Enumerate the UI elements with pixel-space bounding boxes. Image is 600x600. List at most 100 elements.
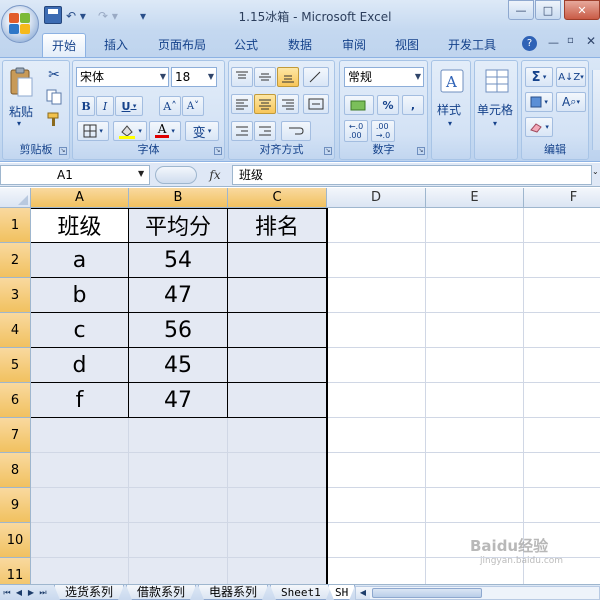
sheet-tab-4[interactable]: Sheet1 bbox=[270, 585, 332, 600]
cell-b3[interactable]: 47 bbox=[129, 278, 228, 313]
first-sheet-icon[interactable]: ⏮ bbox=[2, 587, 12, 599]
row-header-5[interactable]: 5 bbox=[0, 348, 31, 383]
column-header-e[interactable]: E bbox=[426, 188, 524, 208]
cell-b4[interactable]: 56 bbox=[129, 313, 228, 348]
cells-group[interactable]: 单元格 ▾ bbox=[474, 60, 518, 160]
phonetic-guide-button[interactable]: 变 ▾ bbox=[185, 121, 219, 141]
italic-button[interactable]: I bbox=[96, 96, 114, 116]
column-header-b[interactable]: B bbox=[129, 188, 228, 208]
cell-a3[interactable]: b bbox=[31, 278, 129, 313]
cell-b1[interactable]: 平均分 bbox=[129, 208, 228, 243]
styles-group[interactable]: A 样式 ▾ bbox=[431, 60, 471, 160]
merge-center-button[interactable] bbox=[303, 94, 329, 114]
wrap-text-button[interactable] bbox=[281, 121, 311, 141]
row-header-6[interactable]: 6 bbox=[0, 383, 31, 418]
align-top-button[interactable] bbox=[231, 67, 253, 87]
formula-controls[interactable] bbox=[155, 166, 197, 184]
row-header-7[interactable]: 7 bbox=[0, 418, 31, 453]
cell-a2[interactable]: a bbox=[31, 243, 129, 278]
next-sheet-icon[interactable]: ▶ bbox=[26, 587, 36, 599]
column-header-f[interactable]: F bbox=[524, 188, 600, 208]
selected-empty-cells-c[interactable] bbox=[228, 418, 327, 584]
close-button[interactable]: ✕ bbox=[564, 0, 600, 20]
shrink-font-button[interactable]: A˅ bbox=[182, 96, 204, 116]
cell-a1[interactable]: 班级 bbox=[31, 208, 129, 243]
select-all-button[interactable] bbox=[0, 188, 31, 208]
align-right-button[interactable] bbox=[277, 94, 299, 114]
tab-page-layout[interactable]: 页面布局 bbox=[149, 33, 215, 57]
font-color-button[interactable]: A ▾ bbox=[149, 121, 181, 141]
copy-icon[interactable] bbox=[43, 87, 65, 107]
cell-a6[interactable]: f bbox=[31, 383, 129, 418]
autosum-button[interactable]: Σ ▾ bbox=[525, 67, 553, 87]
workbook-restore-button[interactable]: ▫ bbox=[567, 35, 574, 46]
clear-button[interactable]: ▾ bbox=[525, 117, 553, 137]
column-header-c[interactable]: C bbox=[228, 188, 327, 208]
tab-data[interactable]: 数据 bbox=[280, 33, 320, 57]
empty-cells-d[interactable] bbox=[327, 208, 426, 584]
row-header-1[interactable]: 1 bbox=[0, 208, 31, 243]
find-select-button[interactable]: A ⌕ ▾ bbox=[556, 92, 586, 112]
percent-button[interactable]: % bbox=[377, 95, 399, 115]
maximize-button[interactable]: □ bbox=[535, 0, 561, 20]
number-format-select[interactable]: 常规 ▼ bbox=[344, 67, 424, 87]
sheet-tab-1[interactable]: 选货系列 bbox=[54, 585, 124, 600]
decrease-indent-button[interactable] bbox=[231, 121, 253, 141]
tab-insert[interactable]: 插入 bbox=[96, 33, 136, 57]
cell-a4[interactable]: c bbox=[31, 313, 129, 348]
cell-c2[interactable] bbox=[228, 243, 327, 278]
sheet-tab-2[interactable]: 借款系列 bbox=[126, 585, 196, 600]
sheet-tab-3[interactable]: 电器系列 bbox=[198, 585, 268, 600]
horizontal-scrollbar[interactable]: ◀ bbox=[355, 586, 600, 600]
row-header-9[interactable]: 9 bbox=[0, 488, 31, 523]
font-family-select[interactable]: 宋体 ▼ bbox=[76, 67, 169, 87]
clipboard-launcher-icon[interactable]: ↘ bbox=[59, 147, 67, 155]
alignment-launcher-icon[interactable]: ↘ bbox=[324, 147, 332, 155]
expand-formula-bar-icon[interactable]: ⌄ bbox=[592, 167, 600, 176]
paste-icon[interactable] bbox=[6, 65, 36, 99]
font-size-select[interactable]: 18 ▼ bbox=[171, 67, 217, 87]
currency-format-button[interactable] bbox=[344, 95, 374, 115]
align-left-button[interactable] bbox=[231, 94, 253, 114]
tab-home[interactable]: 开始 bbox=[42, 33, 86, 57]
last-sheet-icon[interactable]: ⏭ bbox=[38, 587, 48, 599]
name-box[interactable]: A1 bbox=[0, 165, 150, 185]
cell-c5[interactable] bbox=[228, 348, 327, 383]
grow-font-button[interactable]: A˄ bbox=[159, 96, 181, 116]
cell-b6[interactable]: 47 bbox=[129, 383, 228, 418]
empty-cells-f[interactable] bbox=[524, 208, 600, 584]
insert-function-button[interactable]: fx bbox=[204, 166, 226, 184]
row-header-3[interactable]: 3 bbox=[0, 278, 31, 313]
cell-b2[interactable]: 54 bbox=[129, 243, 228, 278]
scrollbar-thumb[interactable] bbox=[372, 588, 482, 598]
column-header-d[interactable]: D bbox=[327, 188, 426, 208]
sort-filter-button[interactable]: A↓Z ▾ bbox=[556, 67, 586, 87]
tab-review[interactable]: 审阅 bbox=[334, 33, 374, 57]
cell-c6[interactable] bbox=[228, 383, 327, 418]
office-button[interactable] bbox=[1, 5, 39, 43]
decrease-decimal-button[interactable]: .00 →.0 bbox=[371, 120, 395, 142]
row-header-11[interactable]: 11 bbox=[0, 558, 31, 584]
prev-sheet-icon[interactable]: ◀ bbox=[14, 587, 24, 599]
cell-c4[interactable] bbox=[228, 313, 327, 348]
selected-empty-cells-b[interactable] bbox=[129, 418, 228, 584]
borders-button[interactable]: ▾ bbox=[77, 121, 109, 141]
row-header-10[interactable]: 10 bbox=[0, 523, 31, 558]
sheet-tab-5[interactable]: SH bbox=[328, 585, 355, 600]
align-center-button[interactable] bbox=[254, 94, 276, 114]
selected-empty-cells-a[interactable] bbox=[31, 418, 129, 584]
tab-formulas[interactable]: 公式 bbox=[226, 33, 266, 57]
underline-button[interactable]: U ▾ bbox=[115, 96, 143, 116]
bold-button[interactable]: B bbox=[77, 96, 95, 116]
row-header-4[interactable]: 4 bbox=[0, 313, 31, 348]
format-painter-icon[interactable] bbox=[43, 109, 65, 129]
scroll-left-icon[interactable]: ◀ bbox=[356, 587, 370, 599]
tab-developer[interactable]: 开发工具 bbox=[440, 33, 504, 57]
help-icon[interactable]: ? bbox=[522, 36, 537, 51]
workbook-minimize-button[interactable]: — bbox=[548, 36, 559, 49]
cell-a5[interactable]: d bbox=[31, 348, 129, 383]
minimize-button[interactable]: — bbox=[508, 0, 534, 20]
cut-icon[interactable]: ✂ bbox=[43, 65, 65, 85]
increase-indent-button[interactable] bbox=[254, 121, 276, 141]
column-header-a[interactable]: A bbox=[31, 188, 129, 208]
